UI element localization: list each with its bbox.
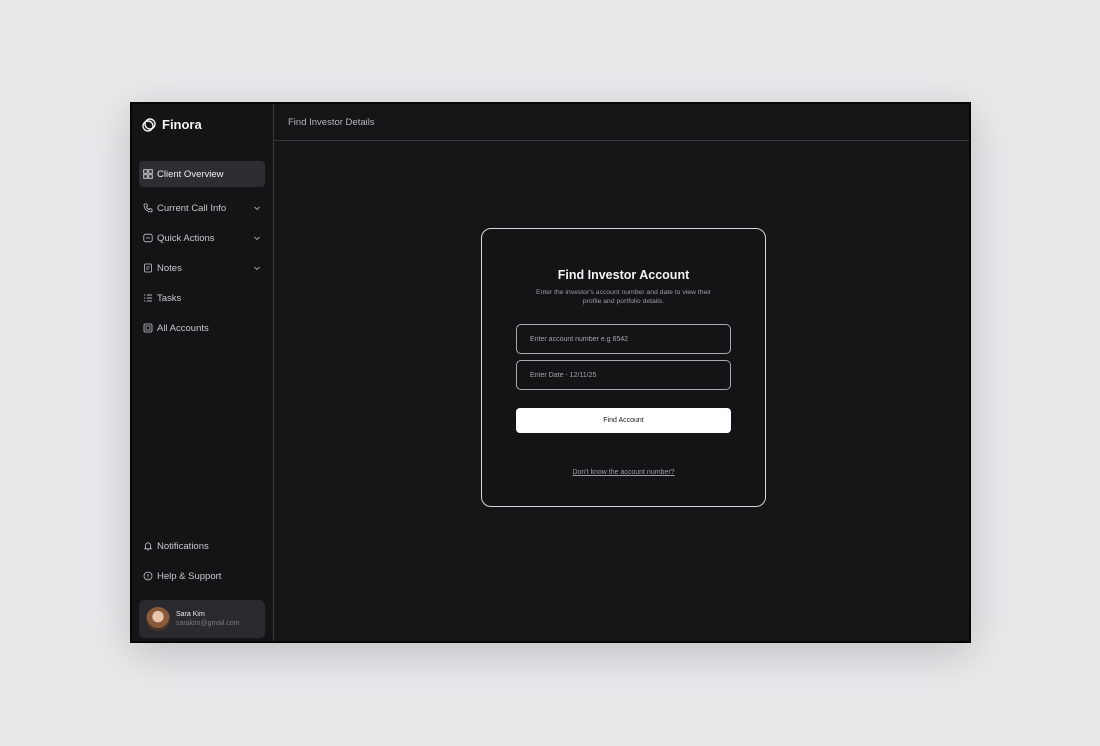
sidebar-nav: Client Overview Current Call Info Quick …	[139, 161, 265, 345]
user-profile-card[interactable]: Sara Kim sarakim@gmail.com	[139, 600, 265, 638]
sidebar-item-label: Client Overview	[157, 168, 224, 180]
sidebar-item-notes[interactable]: Notes	[139, 255, 265, 281]
sidebar-item-label: Help & Support	[157, 570, 222, 582]
logo-icon	[142, 117, 156, 132]
chevron-down-icon[interactable]	[253, 204, 261, 212]
user-name: Sara Kim	[176, 611, 205, 618]
sidebar-item-help-support[interactable]: Help & Support	[139, 563, 265, 589]
sidebar-item-client-overview[interactable]: Client Overview	[139, 161, 265, 187]
accounts-icon	[143, 323, 153, 333]
phone-icon	[143, 203, 153, 213]
brand-name: Finora	[162, 117, 202, 132]
find-account-button[interactable]: Find Account	[516, 408, 731, 433]
chevron-down-icon[interactable]	[253, 264, 261, 272]
user-info: Sara Kim sarakim@gmail.com	[176, 611, 240, 627]
sidebar-item-label: Tasks	[157, 292, 182, 304]
list-icon	[143, 293, 153, 303]
top-bar: Find Investor Details	[274, 104, 969, 141]
info-icon	[143, 571, 153, 581]
brand[interactable]: Finora	[142, 117, 202, 132]
card-description: Enter the investor's account number and …	[535, 289, 712, 305]
sidebar-item-label: Quick Actions	[157, 232, 215, 244]
bell-icon	[143, 541, 153, 551]
account-number-input[interactable]	[516, 324, 731, 354]
card-title: Find Investor Account	[557, 268, 690, 282]
sidebar-item-quick-actions[interactable]: Quick Actions	[139, 225, 265, 251]
date-input[interactable]	[516, 360, 731, 390]
dashboard-icon	[143, 169, 153, 179]
app-window: Finora Client Overview Current Call Info	[130, 102, 971, 643]
sidebar-item-label: Notes	[157, 262, 182, 274]
sidebar-item-label: Notifications	[157, 540, 209, 552]
avatar	[146, 607, 170, 631]
sidebar-item-notifications[interactable]: Notifications	[139, 533, 265, 559]
sidebar-item-label: All Accounts	[157, 322, 209, 334]
user-email: sarakim@gmail.com	[176, 620, 240, 627]
sidebar-bottom-nav: Notifications Help & Support	[139, 533, 265, 593]
sidebar: Finora Client Overview Current Call Info	[132, 104, 274, 641]
chevron-down-icon[interactable]	[253, 234, 261, 242]
sidebar-item-tasks[interactable]: Tasks	[139, 285, 265, 311]
sidebar-item-all-accounts[interactable]: All Accounts	[139, 315, 265, 341]
find-account-card: Find Investor Account Enter the investor…	[481, 228, 766, 507]
sidebar-item-label: Current Call Info	[157, 202, 227, 214]
unknown-account-link[interactable]: Don't know the account number?	[482, 469, 765, 476]
note-icon	[143, 263, 153, 273]
main-content: Find Investor Details Find Investor Acco…	[274, 104, 969, 641]
message-icon	[143, 233, 153, 243]
page-title: Find Investor Details	[288, 116, 375, 128]
sidebar-item-current-call-info[interactable]: Current Call Info	[139, 195, 265, 221]
